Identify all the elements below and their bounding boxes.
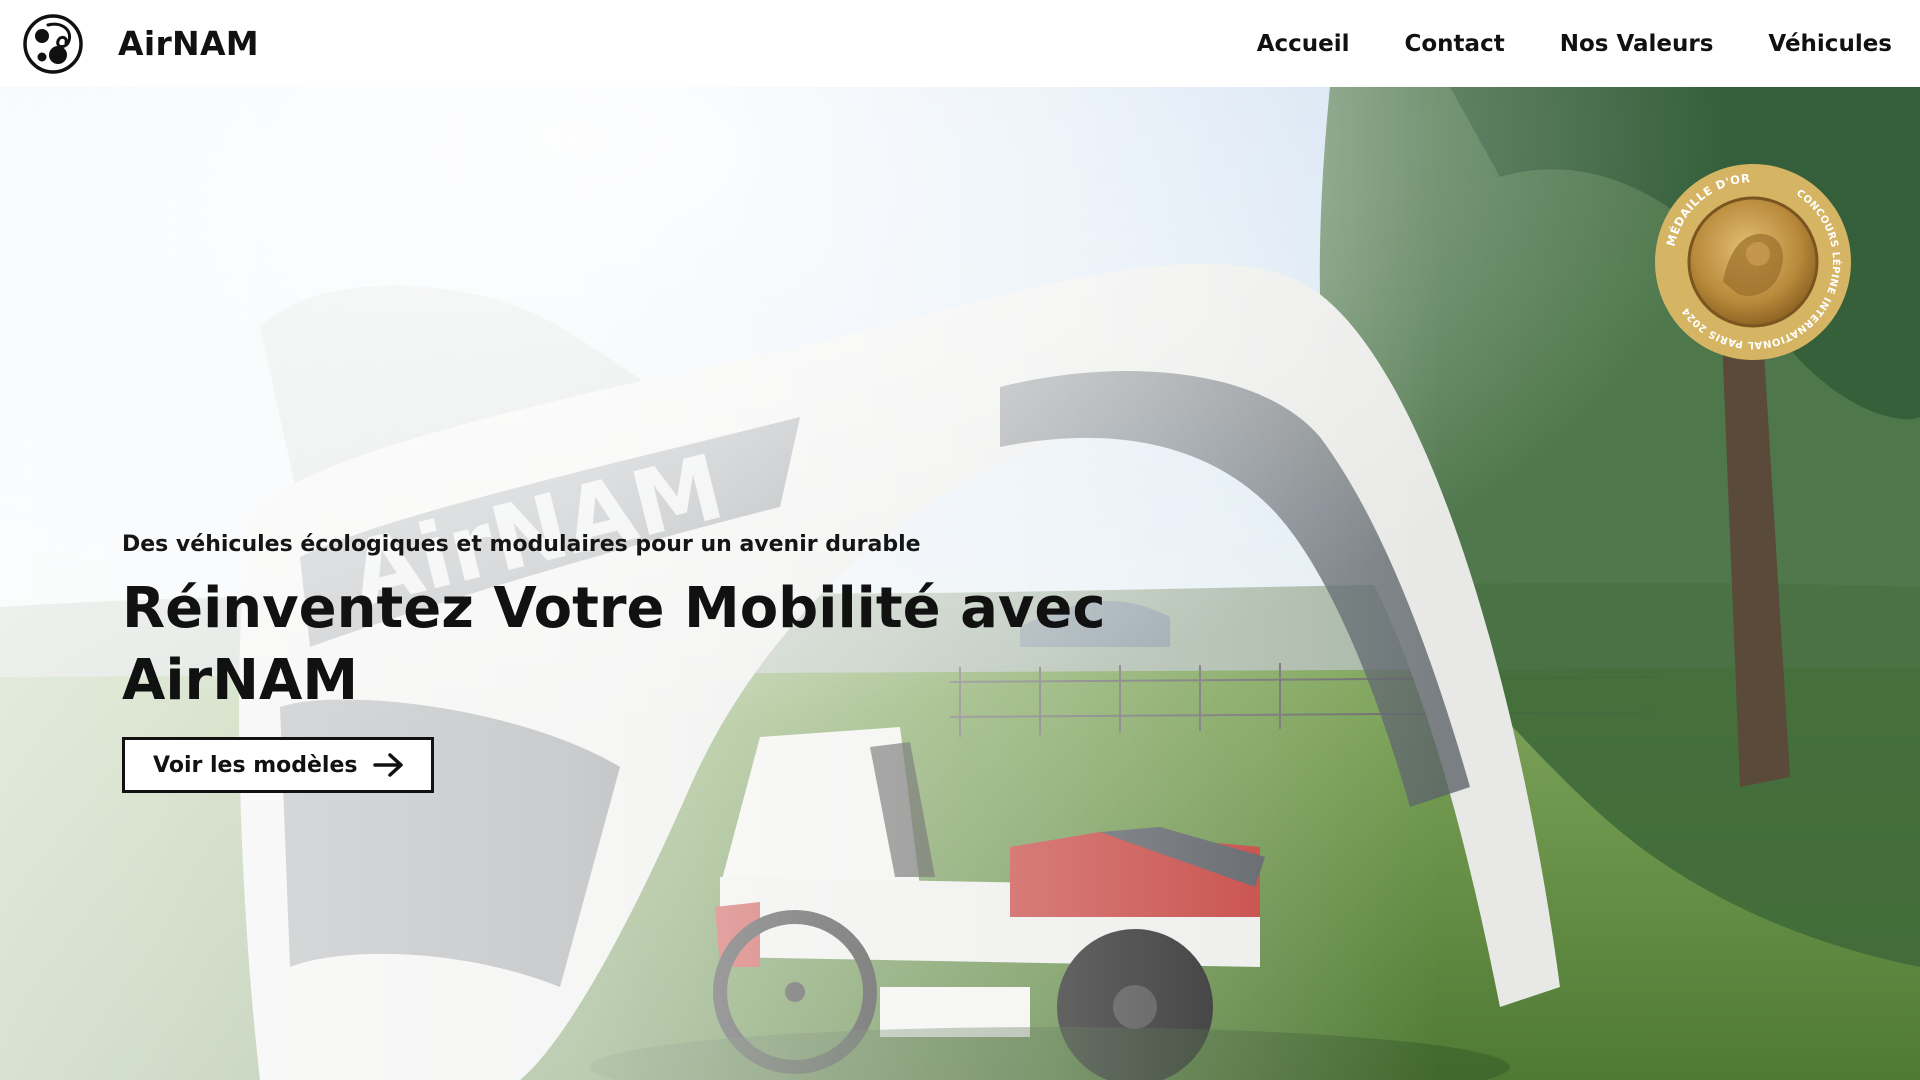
- hero-tagline: Des véhicules écologiques et modulaires …: [122, 532, 921, 557]
- view-models-label: Voir les modèles: [153, 752, 358, 778]
- arrow-right-icon: [373, 753, 404, 777]
- nav-link-vehicules[interactable]: Véhicules: [1768, 31, 1892, 57]
- nav-link-nos-valeurs[interactable]: Nos Valeurs: [1560, 31, 1714, 57]
- top-navbar: AirNAM Accueil Contact Nos Valeurs Véhic…: [0, 0, 1920, 87]
- gold-medal-badge: MÉDAILLE D'OR CONCOURS LÉPINE INTERNATIO…: [1655, 164, 1851, 360]
- hero-content: Des véhicules écologiques et modulaires …: [122, 532, 1222, 793]
- airnam-swirl-logo-icon: [23, 13, 83, 74]
- brand-home-link[interactable]: AirNAM: [22, 13, 259, 75]
- brand-name: AirNAM: [118, 24, 259, 63]
- hero-section: AirNAM: [0, 87, 1920, 1080]
- nav-link-accueil[interactable]: Accueil: [1257, 31, 1350, 57]
- main-nav: Accueil Contact Nos Valeurs Véhicules: [1257, 31, 1892, 57]
- nav-link-contact[interactable]: Contact: [1405, 31, 1505, 57]
- view-models-button[interactable]: Voir les modèles: [122, 737, 435, 793]
- hero-title: Réinventez Votre Mobilité avec AirNAM: [122, 576, 1106, 713]
